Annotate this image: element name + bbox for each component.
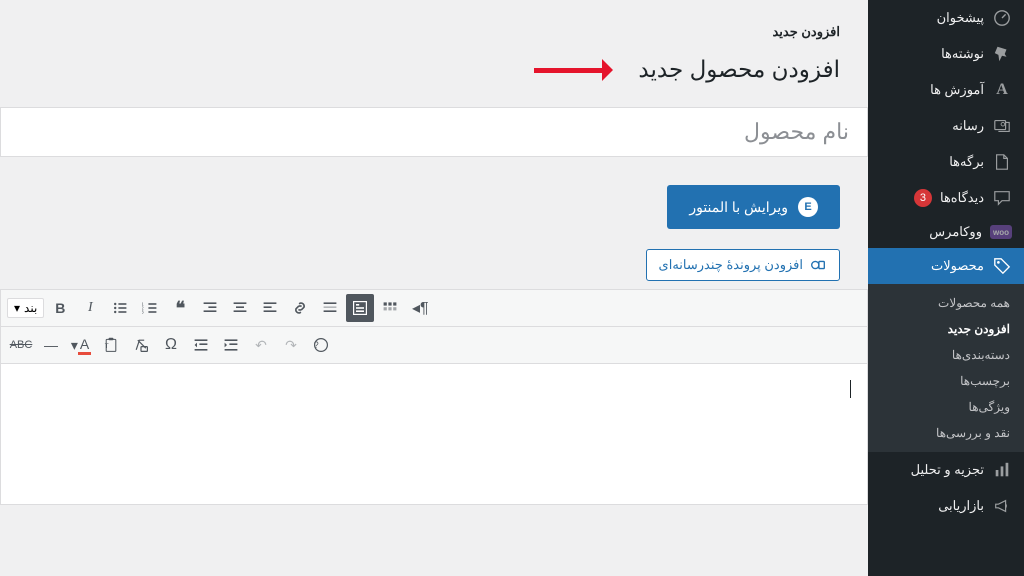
sidebar-label: نوشته‌ها [941, 46, 984, 62]
submenu-all-products[interactable]: همه محصولات [868, 290, 1024, 316]
sidebar-label: محصولات [931, 258, 984, 274]
media-icon [809, 256, 827, 274]
sidebar-item-products[interactable]: محصولات [868, 248, 1024, 284]
media-icon [992, 116, 1012, 136]
add-media-button[interactable]: افزودن پروندهٔ چندرسانه‌ای [646, 249, 840, 281]
align-left-button[interactable] [256, 294, 284, 322]
sidebar-label: تجزیه و تحلیل [911, 462, 984, 478]
sidebar-item-pages[interactable]: برگه‌ها [868, 144, 1024, 180]
product-title-input[interactable] [9, 111, 859, 153]
svg-text:T: T [105, 343, 109, 350]
special-char-button[interactable]: Ω [157, 331, 185, 359]
editor-toolbar-row1: بند ▾ B I 123 ❝ ¶◂ [1, 290, 867, 327]
sidebar-item-marketing[interactable]: بازاریابی [868, 488, 1024, 524]
bold-button[interactable]: B [46, 294, 74, 322]
italic-button[interactable]: I [76, 294, 104, 322]
sidebar-item-woocommerce[interactable]: woo ووکامرس [868, 216, 1024, 248]
a-icon: A [992, 80, 1012, 100]
blockquote-button[interactable]: ❝ [166, 294, 194, 322]
page-title: افزودن محصول جدید [0, 44, 868, 107]
sidebar-item-dashboard[interactable]: پیشخوان [868, 0, 1024, 36]
submenu-attributes[interactable]: ویژگی‌ها [868, 394, 1024, 420]
title-input-wrap [0, 107, 868, 157]
clear-format-button[interactable] [127, 331, 155, 359]
tag-icon [992, 256, 1012, 276]
sidebar-item-analytics[interactable]: تجزیه و تحلیل [868, 452, 1024, 488]
link-button[interactable] [286, 294, 314, 322]
sidebar-label: رسانه [952, 118, 984, 134]
main-content: افزودن جدید افزودن محصول جدید E ویرایش ب… [0, 0, 868, 505]
sidebar-label: برگه‌ها [949, 154, 984, 170]
sidebar-item-comments[interactable]: دیدگاه‌ها 3 [868, 180, 1024, 216]
svg-text:?: ? [314, 340, 319, 350]
sidebar-item-media[interactable]: رسانه [868, 108, 1024, 144]
breadcrumb: افزودن جدید [0, 0, 868, 44]
page-icon [992, 152, 1012, 172]
sidebar-item-posts[interactable]: نوشته‌ها [868, 36, 1024, 72]
sidebar-label: آموزش ها [930, 82, 984, 98]
sidebar-label: ووکامرس [929, 224, 982, 240]
toolbar-toggle-button[interactable] [376, 294, 404, 322]
pin-icon [992, 44, 1012, 64]
woo-icon: woo [990, 225, 1012, 239]
format-select[interactable]: بند ▾ [7, 298, 44, 318]
align-center-button[interactable] [226, 294, 254, 322]
annotation-arrow [534, 65, 624, 75]
text-cursor [850, 380, 851, 398]
sidebar-label: پیشخوان [937, 10, 984, 26]
megaphone-icon [992, 496, 1012, 516]
editor-toolbar-row2: ABC — A ▾ T Ω ↶ ↷ ? [1, 327, 867, 364]
undo-button[interactable]: ↶ [247, 331, 275, 359]
outdent-button[interactable] [187, 331, 215, 359]
paste-text-button[interactable]: T [97, 331, 125, 359]
sidebar-label: بازاریابی [938, 498, 984, 514]
submenu-reviews[interactable]: نقد و بررسی‌ها [868, 420, 1024, 446]
submenu-categories[interactable]: دسته‌بندی‌ها [868, 342, 1024, 368]
editor-box: بند ▾ B I 123 ❝ ¶◂ ABC — A ▾ T Ω ↶ ↷ [0, 289, 868, 505]
sidebar-item-tutorials[interactable]: A آموزش ها [868, 72, 1024, 108]
dashboard-icon [992, 8, 1012, 28]
comment-icon [992, 188, 1012, 208]
svg-text:3: 3 [142, 310, 144, 316]
pilcrow-button[interactable]: ¶◂ [406, 294, 434, 322]
fullscreen-button[interactable] [346, 294, 374, 322]
chart-icon [992, 460, 1012, 480]
submenu-tags[interactable]: برچسب‌ها [868, 368, 1024, 394]
indent-button[interactable] [217, 331, 245, 359]
products-submenu: همه محصولات افزودن جدید دسته‌بندی‌ها برچ… [868, 284, 1024, 452]
submenu-add-new[interactable]: افزودن جدید [868, 316, 1024, 342]
comment-badge: 3 [914, 189, 932, 207]
elementor-icon: E [798, 197, 818, 217]
text-color-button[interactable]: A ▾ [67, 331, 95, 359]
sidebar-label: دیدگاه‌ها [940, 190, 984, 206]
align-right-button[interactable] [196, 294, 224, 322]
bullet-list-button[interactable] [106, 294, 134, 322]
admin-sidebar: پیشخوان نوشته‌ها A آموزش ها رسانه برگه‌ه… [868, 0, 1024, 576]
number-list-button[interactable]: 123 [136, 294, 164, 322]
redo-button[interactable]: ↷ [277, 331, 305, 359]
strike-button[interactable]: ABC [7, 331, 35, 359]
more-button[interactable] [316, 294, 344, 322]
editor-textarea[interactable] [1, 364, 867, 504]
hr-button[interactable]: — [37, 331, 65, 359]
chevron-down-icon: ▾ [14, 301, 20, 315]
edit-with-elementor-button[interactable]: E ویرایش با المنتور [667, 185, 840, 229]
help-button[interactable]: ? [307, 331, 335, 359]
